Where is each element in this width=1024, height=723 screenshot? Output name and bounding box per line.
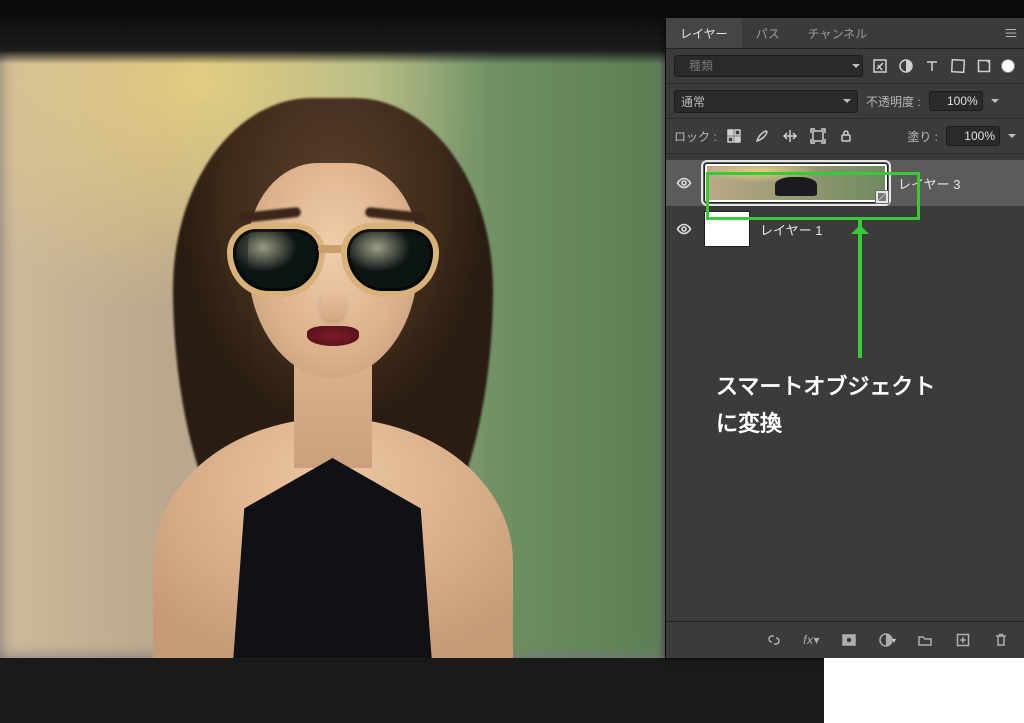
tab-channels[interactable]: チャンネル xyxy=(794,18,882,48)
filter-adjustment-icon[interactable] xyxy=(897,57,915,75)
layer-thumbnail[interactable] xyxy=(704,211,750,247)
layer-filter-input[interactable] xyxy=(687,58,846,74)
panel-menu-button[interactable] xyxy=(998,18,1024,48)
layer-filter-select[interactable] xyxy=(674,55,863,77)
lock-transparent-icon[interactable] xyxy=(725,127,743,145)
delete-layer-icon[interactable] xyxy=(992,631,1010,649)
app-topstrip xyxy=(0,0,1024,18)
lock-label: ロック : xyxy=(674,128,717,145)
chevron-down-icon xyxy=(852,59,860,73)
lock-paint-icon[interactable] xyxy=(753,127,771,145)
tab-layers[interactable]: レイヤー xyxy=(666,18,742,48)
filter-toggle-swatch[interactable] xyxy=(1001,59,1015,73)
filter-shape-icon[interactable] xyxy=(949,57,967,75)
new-group-icon[interactable] xyxy=(916,631,934,649)
layer-thumbnail[interactable] xyxy=(704,163,888,203)
fill-label: 塗り : xyxy=(907,128,938,145)
new-layer-icon[interactable] xyxy=(954,631,972,649)
page-background-gap xyxy=(824,658,1024,723)
annotation-text: スマートオブジェクト に変換 xyxy=(716,368,935,443)
filter-pixel-icon[interactable] xyxy=(871,57,889,75)
chevron-down-icon[interactable] xyxy=(991,94,999,108)
new-adjustment-icon[interactable]: ▾ xyxy=(878,631,896,649)
lock-position-icon[interactable] xyxy=(781,127,799,145)
canvas-photo xyxy=(0,18,665,658)
layers-panel: レイヤー パス チャンネル 通常 xyxy=(665,18,1024,659)
chevron-down-icon[interactable] xyxy=(1008,129,1016,143)
lock-artboard-icon[interactable] xyxy=(809,127,827,145)
blend-mode-select[interactable]: 通常 xyxy=(674,90,858,113)
blend-row: 通常 不透明度 : 100% xyxy=(666,84,1024,119)
layer-filter-row xyxy=(666,49,1024,84)
fill-value[interactable]: 100% xyxy=(946,126,1000,146)
smart-object-badge-icon xyxy=(875,190,889,204)
opacity-value[interactable]: 100% xyxy=(929,91,983,111)
annotation-arrow xyxy=(858,218,862,358)
document-canvas[interactable] xyxy=(0,18,665,658)
visibility-toggle[interactable] xyxy=(674,175,694,191)
layer-fx-button[interactable]: fx▾ xyxy=(803,633,820,647)
layer-row[interactable]: レイヤー 3 xyxy=(666,160,1024,206)
layer-name[interactable]: レイヤー 1 xyxy=(760,220,822,239)
tab-paths[interactable]: パス xyxy=(742,18,794,48)
add-mask-icon[interactable] xyxy=(840,631,858,649)
visibility-toggle[interactable] xyxy=(674,221,694,237)
lock-row: ロック : 塗り : 100% xyxy=(666,119,1024,154)
lock-all-icon[interactable] xyxy=(837,127,855,145)
filter-type-icon[interactable] xyxy=(923,57,941,75)
link-layers-icon[interactable] xyxy=(765,631,783,649)
layers-panel-footer: fx▾ ▾ xyxy=(666,621,1024,658)
layer-row[interactable]: レイヤー 1 xyxy=(666,206,1024,252)
annotation-line1: スマートオブジェクト xyxy=(716,368,935,405)
annotation-line2: に変換 xyxy=(716,405,935,442)
layer-name[interactable]: レイヤー 3 xyxy=(898,174,960,193)
filter-smart-icon[interactable] xyxy=(975,57,993,75)
blend-mode-value: 通常 xyxy=(681,93,705,110)
opacity-label: 不透明度 : xyxy=(866,93,921,110)
panel-tabs: レイヤー パス チャンネル xyxy=(666,18,1024,49)
layers-list: レイヤー 3 レイヤー 1 xyxy=(666,154,1024,258)
chevron-down-icon xyxy=(843,94,851,108)
